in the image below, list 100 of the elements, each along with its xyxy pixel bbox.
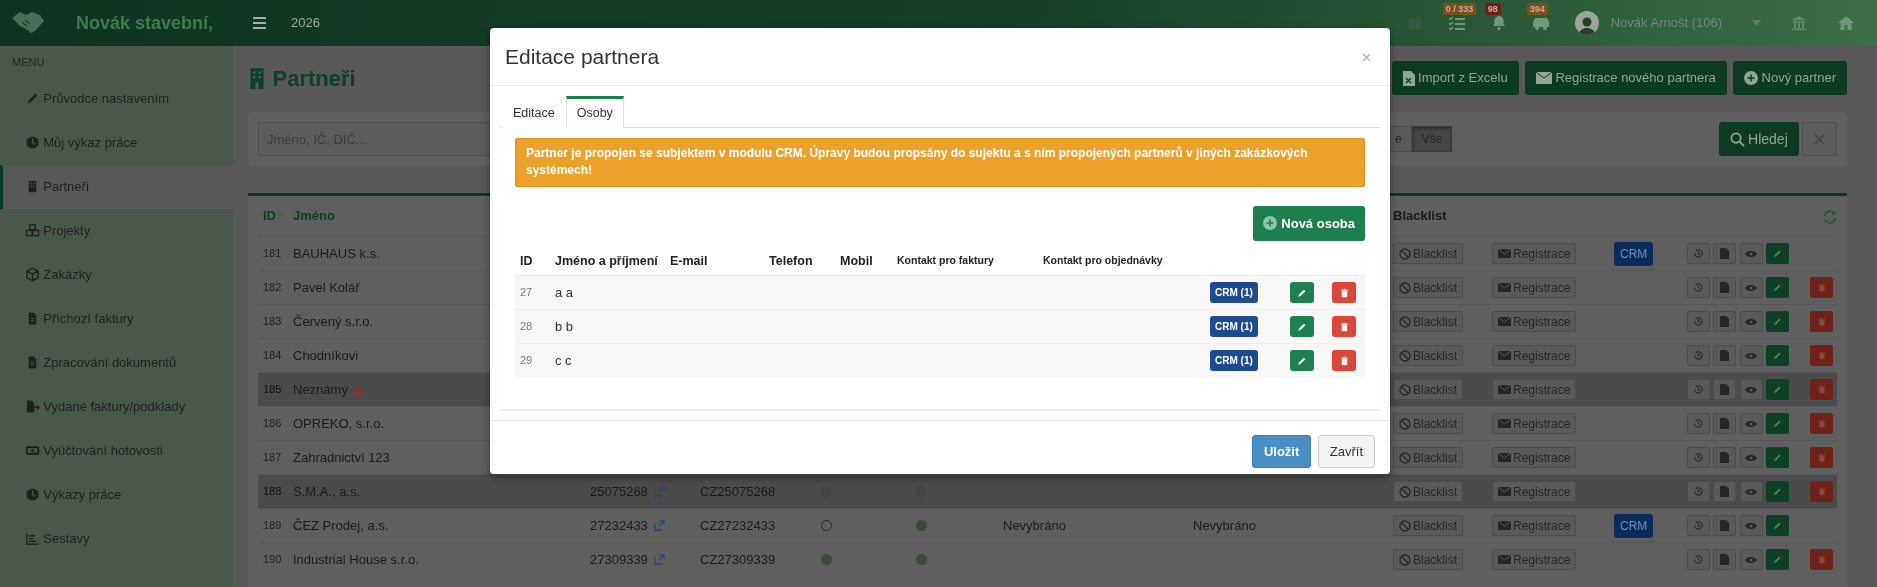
delete-button[interactable] — [1332, 316, 1356, 338]
edit-button[interactable] — [1765, 413, 1789, 434]
trash-icon — [1816, 384, 1827, 395]
document-button[interactable] — [1713, 447, 1737, 468]
envelope-icon — [1498, 317, 1511, 326]
new-person-button[interactable]: Nová osoba — [1253, 205, 1365, 242]
pencil-icon — [1771, 520, 1783, 531]
brand-name[interactable]: Novák stavební, — [76, 9, 214, 37]
history-button[interactable] — [1687, 379, 1710, 400]
name-cell-text: b b — [554, 317, 574, 336]
notification-button[interactable] — [1532, 16, 1549, 30]
history-button[interactable] — [1687, 311, 1710, 332]
envelope-icon — [1498, 555, 1511, 564]
save-button[interactable]: Uložit — [1251, 435, 1312, 469]
plus-circle-icon — [1263, 216, 1278, 231]
id-cell-text: 189 — [262, 518, 282, 534]
column-header[interactable]: Jméno — [293, 206, 335, 226]
edit-button[interactable] — [1765, 447, 1789, 468]
view-button[interactable] — [1739, 379, 1763, 400]
history-icon — [1693, 282, 1704, 293]
toolbar-button[interactable]: Registrace nového partnera — [1525, 61, 1727, 95]
dic-cell-text: CZ27309339 — [700, 550, 776, 569]
document-icon — [1720, 418, 1730, 429]
envelope-icon — [1498, 419, 1511, 428]
warning-icon — [351, 383, 366, 396]
document-button[interactable] — [1713, 243, 1737, 264]
view-button[interactable] — [1739, 277, 1763, 298]
edit-button[interactable] — [1765, 481, 1789, 502]
history-button[interactable] — [1687, 549, 1710, 570]
view-button[interactable] — [1739, 413, 1763, 434]
banknote-icon — [25, 443, 40, 458]
eye-icon — [1745, 385, 1757, 394]
edit-button[interactable] — [1289, 316, 1314, 338]
history-icon — [1693, 316, 1704, 327]
id-cell-text: 186 — [262, 416, 282, 432]
edit-button[interactable] — [1765, 277, 1789, 298]
column-header[interactable]: ID — [258, 206, 276, 226]
edit-button[interactable] — [1289, 282, 1314, 304]
id-cell-text: 184 — [262, 348, 282, 364]
dialog-tab[interactable]: Osoby — [565, 96, 624, 128]
edit-button[interactable] — [1765, 515, 1789, 536]
notification-button[interactable] — [1490, 16, 1507, 30]
history-button[interactable] — [1687, 413, 1710, 434]
column-header: Mobil — [839, 252, 873, 270]
dialog-title: Editace partnera — [505, 43, 660, 70]
pencil-icon — [1771, 282, 1783, 293]
notification-button[interactable] — [1448, 16, 1465, 30]
crm-badge: CRM (1) — [1210, 350, 1258, 372]
view-button[interactable] — [1739, 481, 1763, 502]
name-cell-text: OPREKO, s.r.o. — [293, 414, 385, 433]
edit-button[interactable] — [1765, 311, 1789, 332]
document-button[interactable] — [1713, 481, 1737, 502]
view-button[interactable] — [1739, 311, 1763, 332]
view-button[interactable] — [1739, 447, 1763, 468]
edit-button[interactable] — [1289, 350, 1314, 372]
trash-icon — [1338, 354, 1350, 367]
history-button[interactable] — [1687, 447, 1710, 468]
pencil-icon — [1771, 486, 1783, 497]
document-button[interactable] — [1713, 311, 1737, 332]
edit-button[interactable] — [1765, 379, 1789, 400]
history-button[interactable] — [1687, 481, 1710, 502]
trash-icon — [1816, 486, 1827, 497]
trash-icon — [1338, 320, 1350, 333]
user-name[interactable]: Novák Arnošt (106) — [1610, 13, 1722, 33]
view-button[interactable] — [1739, 345, 1763, 366]
close-icon — [1814, 133, 1825, 145]
history-button[interactable] — [1687, 243, 1710, 264]
view-button[interactable] — [1739, 243, 1763, 264]
edit-button[interactable] — [1765, 243, 1789, 264]
history-icon — [1693, 520, 1704, 531]
column-header[interactable]: Blacklist — [1393, 206, 1447, 226]
view-button[interactable] — [1739, 549, 1763, 570]
history-button[interactable] — [1687, 515, 1710, 536]
menu-toggle-icon[interactable] — [253, 17, 266, 29]
view-button[interactable] — [1739, 515, 1763, 536]
crm-badge: CRM (1) — [1210, 316, 1258, 338]
column-header: Kontakt pro faktury — [896, 253, 994, 269]
document-button[interactable] — [1713, 379, 1737, 400]
delete-button[interactable] — [1332, 282, 1356, 304]
cubes-icon — [25, 223, 40, 238]
history-button[interactable] — [1687, 277, 1710, 298]
history-button[interactable] — [1687, 345, 1710, 366]
trash-icon — [1338, 286, 1350, 299]
edit-button[interactable] — [1765, 345, 1789, 366]
document-button[interactable] — [1713, 345, 1737, 366]
toolbar-button[interactable]: Import z Excelu — [1391, 61, 1519, 95]
edit-button[interactable] — [1765, 549, 1789, 570]
document-button[interactable] — [1713, 277, 1737, 298]
clear-button[interactable] — [1802, 122, 1837, 156]
toolbar-button[interactable]: Nový partner — [1733, 61, 1847, 95]
document-button[interactable] — [1713, 549, 1737, 570]
document-button[interactable] — [1713, 413, 1737, 434]
close-dialog-button[interactable]: Zavřít — [1317, 435, 1375, 469]
delete-button[interactable] — [1332, 350, 1356, 372]
eye-icon — [1745, 249, 1757, 258]
id-cell-text: 28 — [519, 319, 533, 335]
document-button[interactable] — [1713, 515, 1737, 536]
search-button[interactable]: Hledej — [1718, 122, 1799, 156]
sidebar-item[interactable]: Partneři — [0, 164, 233, 209]
id-cell-text: 188 — [262, 484, 282, 500]
